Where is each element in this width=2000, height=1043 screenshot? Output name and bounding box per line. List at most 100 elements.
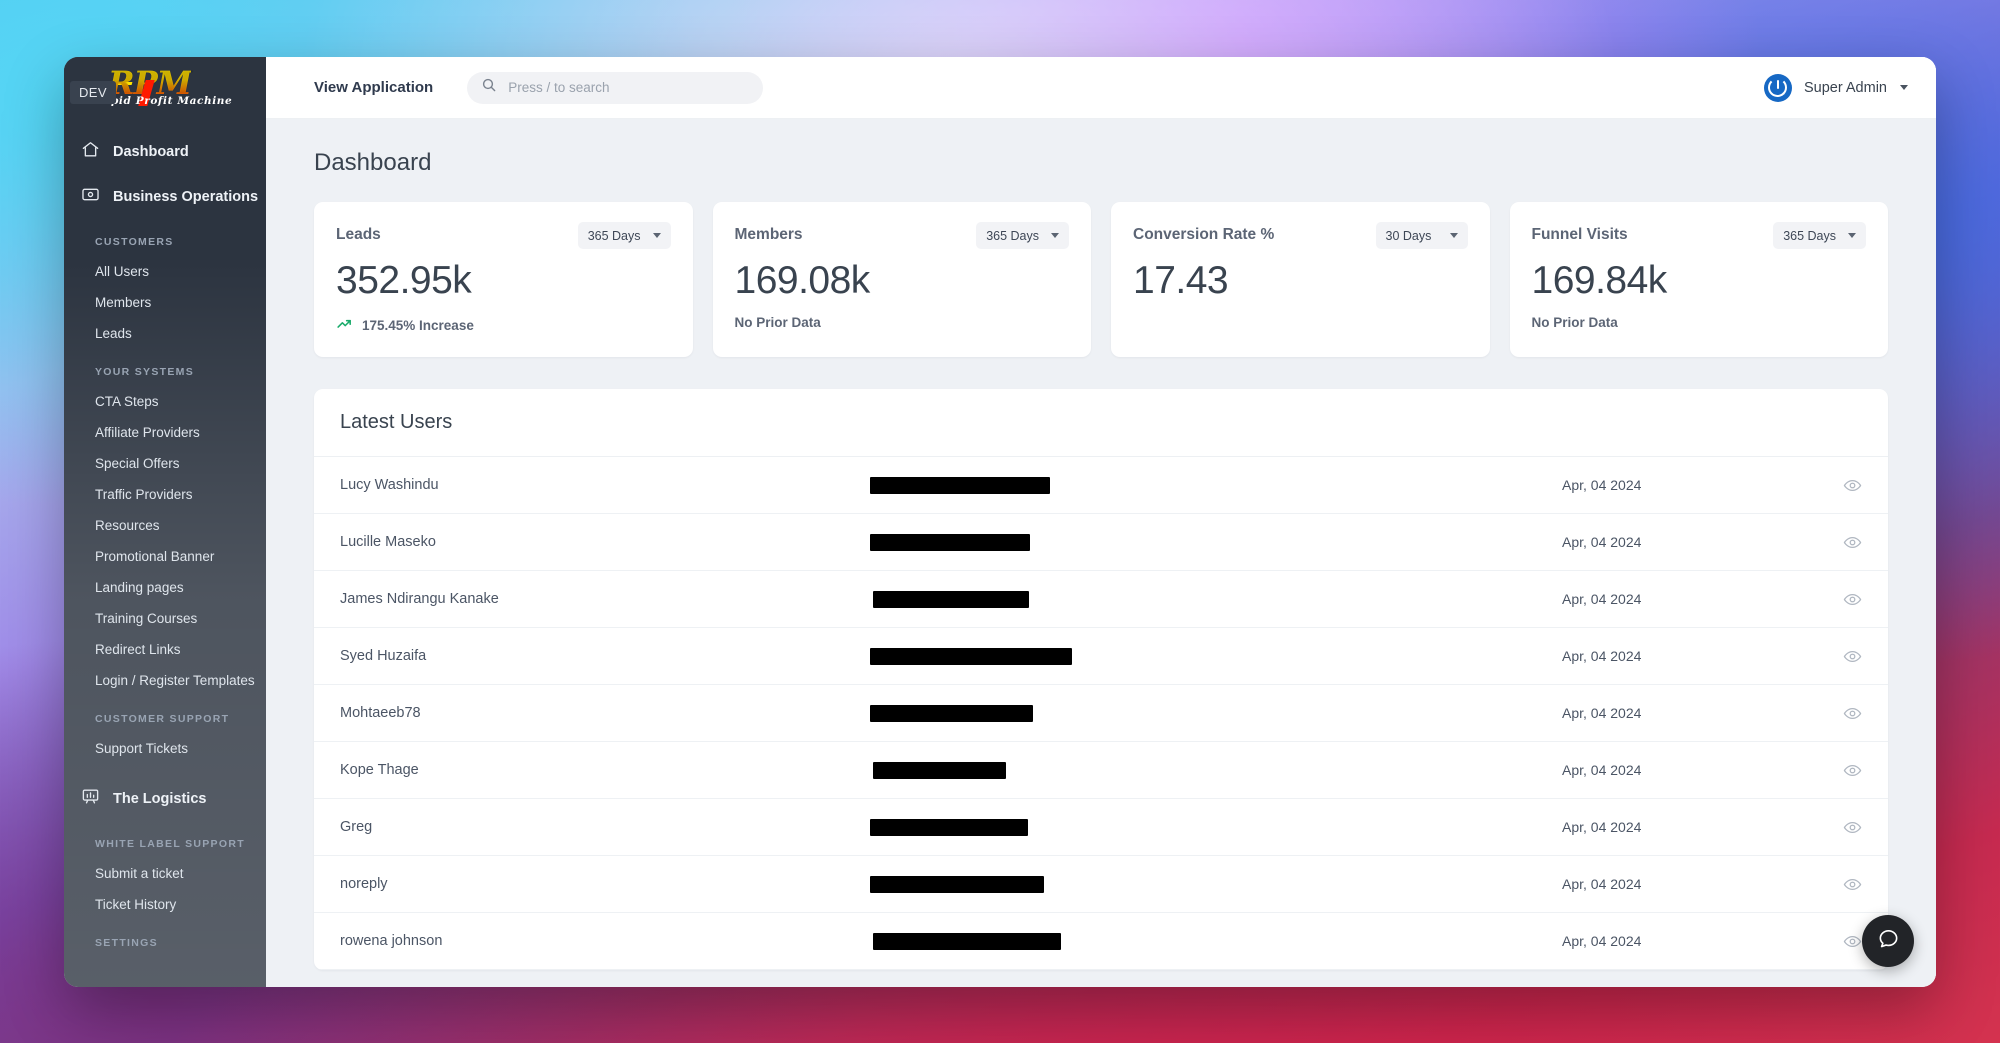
user-date-cell: Apr, 04 2024 (1562, 591, 1642, 607)
search-input[interactable] (508, 80, 750, 95)
user-date-cell: Apr, 04 2024 (1562, 762, 1642, 778)
view-user-button[interactable] (1822, 761, 1862, 780)
sidebar-item-dashboard[interactable]: Dashboard (64, 129, 266, 174)
redacted-email (870, 875, 1044, 893)
stat-footer: 175.45% Increase (336, 315, 671, 335)
eye-icon (1843, 707, 1862, 719)
table-row[interactable]: Greg Apr, 04 2024 (314, 799, 1888, 856)
user-menu[interactable]: Super Admin (1763, 73, 1908, 102)
table-row[interactable]: Lucy Washindu Apr, 04 2024 (314, 457, 1888, 514)
view-user-button[interactable] (1822, 590, 1862, 609)
view-user-button[interactable] (1822, 476, 1862, 495)
period-select-funnel-visits[interactable]: 365 Days (1773, 222, 1866, 249)
sidebar-item-support-tickets[interactable]: Support Tickets (64, 733, 266, 764)
view-user-button[interactable] (1822, 818, 1862, 837)
panel-title: Latest Users (314, 389, 1888, 457)
stat-footer-text: No Prior Data (734, 315, 821, 330)
view-user-button[interactable] (1822, 533, 1862, 552)
latest-users-table: Lucy Washindu Apr, 04 2024 Lucille Maseko A… (314, 457, 1888, 970)
table-row[interactable]: rowena johnson Apr, 04 2024 (314, 913, 1888, 970)
user-email-cell (870, 590, 1562, 608)
stat-card-funnel-visits: Funnel Visits 365 Days 169.84k No Prior … (1509, 202, 1888, 357)
period-select-members[interactable]: 365 Days (976, 222, 1069, 249)
sidebar-item-promotional-banner[interactable]: Promotional Banner (64, 541, 266, 572)
sidebar-item-affiliate-providers[interactable]: Affiliate Providers (64, 417, 266, 448)
stat-label: Members (734, 226, 803, 243)
search-icon (481, 77, 497, 98)
sidebar-item-the-logistics[interactable]: The Logistics (64, 776, 266, 821)
view-application-link[interactable]: View Application (314, 79, 433, 96)
sidebar-item-cta-steps[interactable]: CTA Steps (64, 386, 266, 417)
period-value: 365 Days (986, 228, 1039, 243)
sidebar-item-landing-pages[interactable]: Landing pages (64, 572, 266, 603)
sidebar-item-resources[interactable]: Resources (64, 510, 266, 541)
sidebar-item-submit-a-ticket[interactable]: Submit a ticket (64, 858, 266, 889)
sidebar-item-members[interactable]: Members (64, 287, 266, 318)
sidebar-item-leads[interactable]: Leads (64, 318, 266, 349)
chat-widget-button[interactable] (1862, 915, 1914, 967)
dashboard-content: Dashboard Leads 365 Days 352.95k 175.45%… (266, 119, 1936, 987)
eye-icon (1843, 764, 1862, 776)
search-box[interactable] (467, 71, 764, 104)
eye-icon (1843, 593, 1862, 605)
view-user-button[interactable] (1822, 647, 1862, 666)
period-value: 365 Days (587, 228, 641, 243)
page-title: Dashboard (314, 149, 432, 176)
user-date-cell: Apr, 04 2024 (1562, 534, 1642, 550)
sidebar-item-redirect-links[interactable]: Redirect Links (64, 634, 266, 665)
view-user-button[interactable] (1822, 875, 1862, 894)
eye-icon (1843, 650, 1862, 662)
chart-board-icon (81, 787, 100, 810)
table-row[interactable]: Mohtaeeb78 Apr, 04 2024 (314, 685, 1888, 742)
table-row[interactable]: James Ndirangu Kanake Apr, 04 2024 (314, 571, 1888, 628)
home-icon (81, 140, 100, 163)
user-name-cell: rowena johnson (340, 933, 443, 949)
redacted-email (870, 533, 1030, 551)
user-name-cell: Greg (340, 819, 373, 835)
table-row[interactable]: Lucille Maseko Apr, 04 2024 (314, 514, 1888, 571)
user-email-cell (870, 704, 1562, 722)
sidebar-item-label: Business Operations (113, 188, 259, 205)
stat-card-leads: Leads 365 Days 352.95k 175.45% Increase (314, 202, 693, 357)
stat-label: Leads (336, 226, 381, 243)
user-email-cell (870, 818, 1562, 836)
main-area: View Application Super Admin Dashboard (266, 57, 1936, 987)
stat-label: Conversion Rate % (1133, 226, 1275, 243)
sidebar-item-training-courses[interactable]: Training Courses (64, 603, 266, 634)
user-name-cell: Kope Thage (340, 762, 419, 778)
sidebar-item-special-offers[interactable]: Special Offers (64, 448, 266, 479)
user-date-cell: Apr, 04 2024 (1562, 648, 1642, 664)
sidebar-item-login-register-templates[interactable]: Login / Register Templates (64, 665, 266, 696)
redacted-email (870, 647, 1072, 665)
sidebar-item-ticket-history[interactable]: Ticket History (64, 889, 266, 920)
user-date-cell: Apr, 04 2024 (1562, 933, 1642, 949)
sidebar-item-traffic-providers[interactable]: Traffic Providers (64, 479, 266, 510)
view-user-button[interactable] (1822, 932, 1862, 951)
stat-card-members: Members 365 Days 169.08k No Prior Data (712, 202, 1091, 357)
user-date-cell: Apr, 04 2024 (1562, 819, 1642, 835)
period-select-conversion-rate[interactable]: 30 Days (1375, 222, 1468, 249)
sidebar-item-business-operations[interactable]: Business Operations (64, 174, 266, 219)
table-row[interactable]: noreply Apr, 04 2024 (314, 856, 1888, 913)
period-select-leads[interactable]: 365 Days (577, 222, 671, 249)
eye-icon (1843, 536, 1862, 548)
chevron-down-icon (1848, 233, 1856, 238)
eye-icon (1843, 878, 1862, 890)
user-email-cell (870, 533, 1562, 551)
user-name-cell: Lucy Washindu (340, 477, 439, 493)
user-email-cell (870, 647, 1562, 665)
brand-logo[interactable]: RPM Rapid Profit Machine DEV (64, 57, 266, 119)
sidebar: RPM Rapid Profit Machine DEV Dashboard (64, 57, 266, 987)
user-name-cell: Lucille Maseko (340, 534, 436, 550)
table-row[interactable]: Syed Huzaifa Apr, 04 2024 (314, 628, 1888, 685)
stat-footer-text: 175.45% Increase (362, 317, 474, 333)
sidebar-item-label: Dashboard (113, 143, 189, 160)
sidebar-heading-white-label-support: WHITE LABEL SUPPORT (95, 838, 245, 850)
table-row[interactable]: Kope Thage Apr, 04 2024 (314, 742, 1888, 799)
period-value: 30 Days (1385, 228, 1432, 243)
stat-value: 352.95k (336, 259, 472, 302)
trending-up-icon (336, 315, 353, 335)
view-user-button[interactable] (1822, 704, 1862, 723)
sidebar-item-all-users[interactable]: All Users (64, 256, 266, 287)
sidebar-divider (64, 764, 266, 776)
